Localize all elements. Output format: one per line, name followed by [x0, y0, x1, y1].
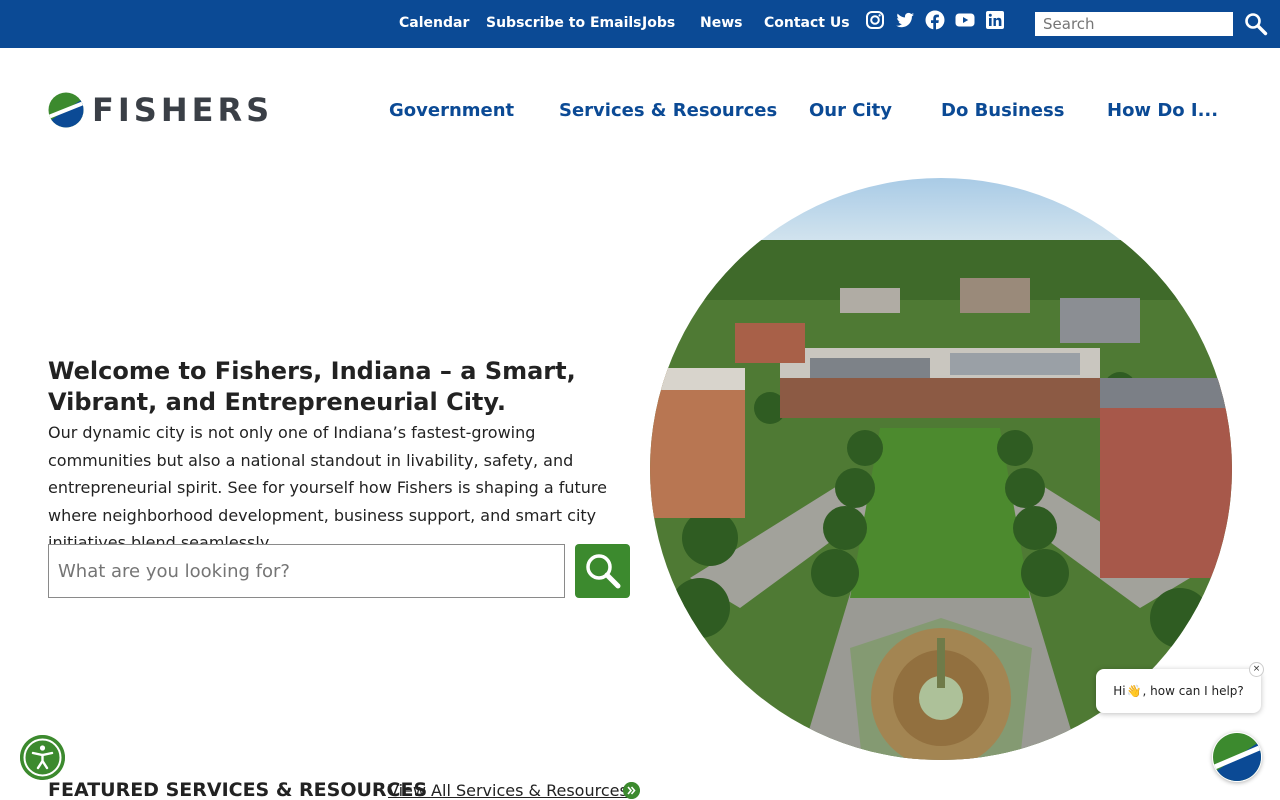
utility-bar: Calendar Subscribe to Emails Jobs News C…: [0, 0, 1280, 48]
hero-description: Our dynamic city is not only one of Indi…: [48, 423, 607, 552]
contact-us-link[interactable]: Contact Us: [764, 15, 850, 31]
site-search-input[interactable]: [1035, 12, 1233, 36]
linkedin-icon[interactable]: [985, 10, 1005, 30]
hero-heading: Welcome to Fishers, Indiana – a Smart, V…: [48, 357, 576, 416]
instagram-icon[interactable]: [865, 10, 885, 30]
hero-search-input[interactable]: [48, 544, 565, 598]
nav-do-business[interactable]: Do Business: [941, 100, 1064, 121]
hero-search-button[interactable]: [575, 544, 630, 598]
accessibility-icon[interactable]: [20, 735, 65, 780]
nav-services-resources[interactable]: Services & Resources: [559, 100, 777, 121]
jobs-link[interactable]: Jobs: [642, 15, 675, 31]
search-icon[interactable]: [1244, 12, 1268, 36]
chat-greeting-bubble[interactable]: Hi 👋 , how can I help?: [1096, 669, 1261, 713]
twitter-icon[interactable]: [895, 10, 915, 30]
search-icon: [585, 554, 620, 589]
calendar-link[interactable]: Calendar: [399, 15, 469, 31]
nav-government[interactable]: Government: [389, 100, 514, 121]
chat-greeting-text: , how can I help?: [1142, 684, 1244, 698]
nav-our-city[interactable]: Our City: [809, 100, 892, 121]
fishers-logo-mark-icon: [48, 92, 84, 128]
news-link[interactable]: News: [700, 15, 742, 31]
double-chevron-right-icon[interactable]: [623, 782, 640, 799]
chat-launcher-button[interactable]: [1212, 732, 1262, 782]
youtube-icon[interactable]: [955, 10, 975, 30]
subscribe-emails-link[interactable]: Subscribe to Emails: [486, 15, 642, 31]
fishers-logo[interactable]: FISHERS: [48, 92, 273, 128]
featured-heading: FEATURED SERVICES & RESOURCES: [48, 779, 428, 800]
logo-wordmark: FISHERS: [92, 91, 274, 129]
wave-icon: 👋: [1126, 684, 1142, 698]
facebook-icon[interactable]: [925, 10, 945, 30]
chat-close-button[interactable]: ×: [1249, 662, 1264, 677]
view-all-services-link[interactable]: View All Services & Resources: [388, 781, 628, 800]
chat-greeting-hi: Hi: [1113, 684, 1126, 698]
nav-how-do-i[interactable]: How Do I...: [1107, 100, 1218, 121]
